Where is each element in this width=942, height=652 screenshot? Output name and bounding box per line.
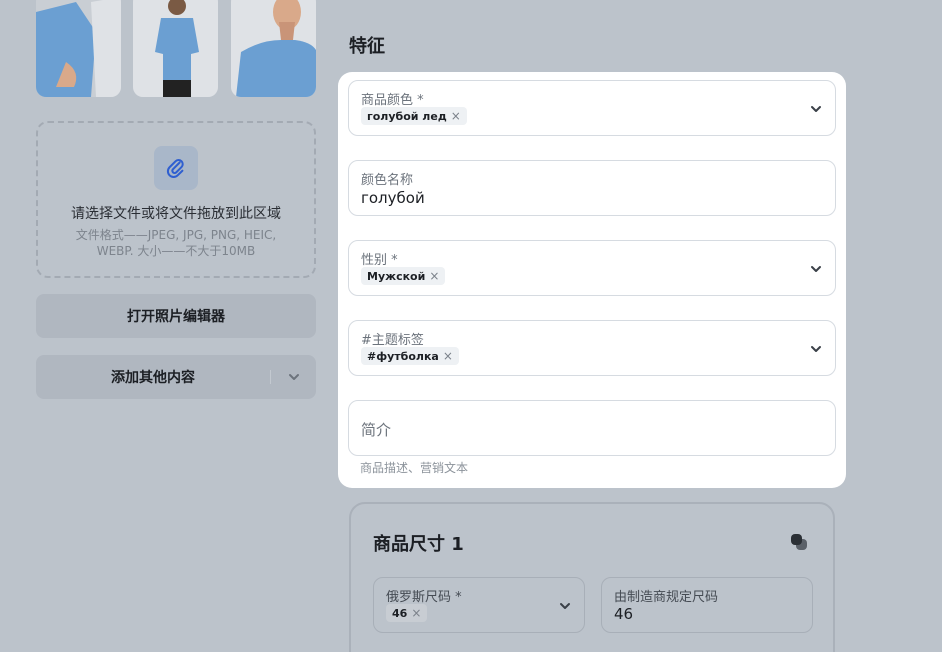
chip-label: голубой лед <box>367 109 447 123</box>
ru-size-chip: 46 × <box>386 604 428 622</box>
chip-label: 46 <box>392 606 408 620</box>
close-icon[interactable]: × <box>451 109 461 123</box>
size-title: 商品尺寸 1 <box>373 534 464 555</box>
characteristics-card: 商品颜色 * голубой лед × 颜色名称 голубой 性别 * М… <box>338 72 846 488</box>
ru-size-select[interactable]: 俄罗斯尺码 * 46 × <box>373 577 585 633</box>
paperclip-icon <box>166 159 184 178</box>
field-label: #主题标签 <box>361 333 424 348</box>
chip-label: Мужской <box>367 269 426 283</box>
description-placeholder: 简介 <box>361 421 392 439</box>
attach-button[interactable] <box>154 146 198 190</box>
add-more-content-main[interactable]: 添加其他内容 <box>36 367 270 387</box>
product-photo-3[interactable] <box>231 0 316 97</box>
manufacturer-size-field[interactable]: 由制造商规定尺码 46 <box>601 577 813 633</box>
add-more-dropdown-toggle[interactable] <box>270 370 316 384</box>
open-photo-editor-label: 打开照片编辑器 <box>127 309 225 325</box>
hashtag-chip: #футболка × <box>361 347 459 365</box>
chevron-down-icon <box>288 374 299 380</box>
section-title: 特征 <box>349 36 385 57</box>
field-label: 颜色名称 <box>361 173 414 188</box>
hashtags-select[interactable]: #主题标签 #футболка × <box>348 320 836 376</box>
chevron-down-icon[interactable] <box>809 102 823 116</box>
file-dropzone[interactable]: 请选择文件或将文件拖放到此区域 文件格式——JPEG, JPG, PNG, HE… <box>36 121 316 278</box>
description-hint: 商品描述、营销文本 <box>360 461 469 475</box>
add-more-content-label: 添加其他内容 <box>111 370 195 386</box>
chip-label: #футболка <box>367 349 439 363</box>
product-size-card: 商品尺寸 1 俄罗斯尺码 * 46 × 由制造商规定尺码 46 <box>349 502 835 652</box>
copy-icon[interactable] <box>789 532 809 552</box>
field-label: 俄罗斯尺码 * <box>386 590 462 605</box>
open-photo-editor-button[interactable]: 打开照片编辑器 <box>36 294 316 338</box>
close-icon[interactable]: × <box>411 606 421 620</box>
chevron-down-icon[interactable] <box>809 262 823 276</box>
gender-select[interactable]: 性别 * Мужской × <box>348 240 836 296</box>
close-icon[interactable]: × <box>443 349 453 363</box>
product-photo-2[interactable] <box>133 0 218 97</box>
field-label: 商品颜色 * <box>361 93 424 108</box>
field-label: 由制造商规定尺码 <box>614 590 719 605</box>
chevron-down-icon[interactable] <box>558 599 572 613</box>
chevron-down-icon[interactable] <box>809 342 823 356</box>
product-color-select[interactable]: 商品颜色 * голубой лед × <box>348 80 836 136</box>
dropzone-hint: 文件格式——JPEG, JPG, PNG, HEIC, WEBP. 大小——不大… <box>75 228 277 258</box>
color-chip: голубой лед × <box>361 107 467 125</box>
gender-chip: Мужской × <box>361 267 446 285</box>
close-icon[interactable]: × <box>429 269 439 283</box>
field-label: 性别 * <box>361 253 398 268</box>
manufacturer-size-value[interactable]: 46 <box>614 605 633 623</box>
color-name-field[interactable]: 颜色名称 голубой <box>348 160 836 216</box>
color-name-value[interactable]: голубой <box>361 189 425 207</box>
dropzone-title: 请选择文件或将文件拖放到此区域 <box>71 206 281 222</box>
product-photo-1[interactable] <box>36 0 121 97</box>
description-field[interactable]: 简介 <box>348 400 836 456</box>
add-more-content-button[interactable]: 添加其他内容 <box>36 355 316 399</box>
